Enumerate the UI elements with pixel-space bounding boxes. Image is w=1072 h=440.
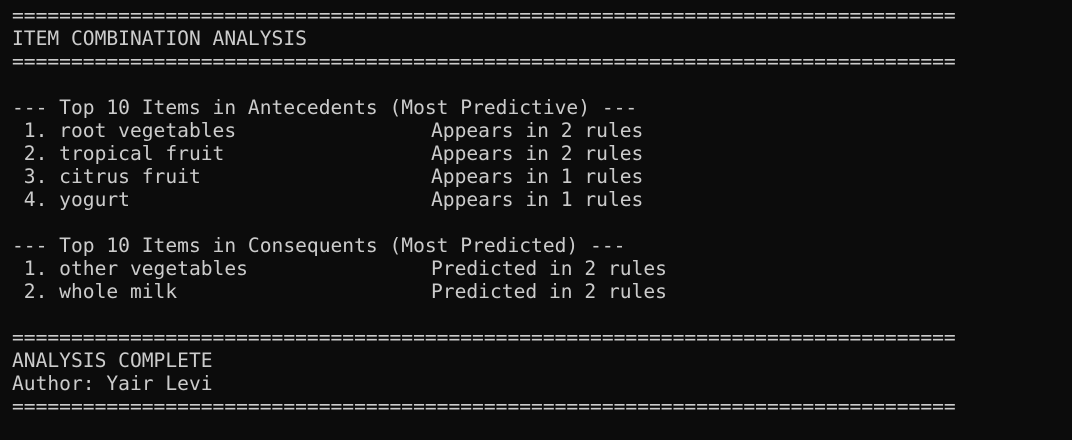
author-text: Author: Yair Levi (12, 372, 213, 395)
consequent-item-count: Predicted in 2 rules (431, 257, 667, 280)
antecedent-item-count: Appears in 2 rules (431, 119, 644, 142)
report-title: ITEM COMBINATION ANALYSIS (12, 27, 307, 50)
antecedent-item-label: 4. yogurt (12, 188, 130, 211)
antecedent-item-label: 1. root vegetables (12, 119, 237, 142)
antecedent-item-count: Appears in 2 rules (431, 142, 644, 165)
separator-line: ========================================… (12, 4, 956, 27)
separator-line: ========================================… (12, 395, 956, 418)
consequent-item-count: Predicted in 2 rules (431, 280, 667, 303)
antecedent-item-count: Appears in 1 rules (431, 188, 644, 211)
antecedent-row: 3. citrus fruit Appears in 1 rules (12, 165, 1072, 188)
consequents-heading: --- Top 10 Items in Consequents (Most Pr… (12, 234, 626, 257)
consequent-row: 2. whole milk Predicted in 2 rules (12, 280, 1072, 303)
antecedent-item-label: 3. citrus fruit (12, 165, 201, 188)
terminal-window[interactable]: ========================================… (0, 0, 1072, 440)
consequent-row: 1. other vegetables Predicted in 2 rules (12, 257, 1072, 280)
separator-line: ========================================… (12, 50, 956, 73)
separator-line: ========================================… (12, 326, 956, 349)
antecedent-row: 1. root vegetables Appears in 2 rules (12, 119, 1072, 142)
consequent-item-label: 1. other vegetables (12, 257, 248, 280)
antecedent-row: 4. yogurt Appears in 1 rules (12, 188, 1072, 211)
consequent-item-label: 2. whole milk (12, 280, 178, 303)
antecedent-item-count: Appears in 1 rules (431, 165, 644, 188)
antecedent-item-label: 2. tropical fruit (12, 142, 225, 165)
antecedents-heading: --- Top 10 Items in Antecedents (Most Pr… (12, 96, 638, 119)
status-text: ANALYSIS COMPLETE (12, 349, 213, 372)
antecedent-row: 2. tropical fruit Appears in 2 rules (12, 142, 1072, 165)
